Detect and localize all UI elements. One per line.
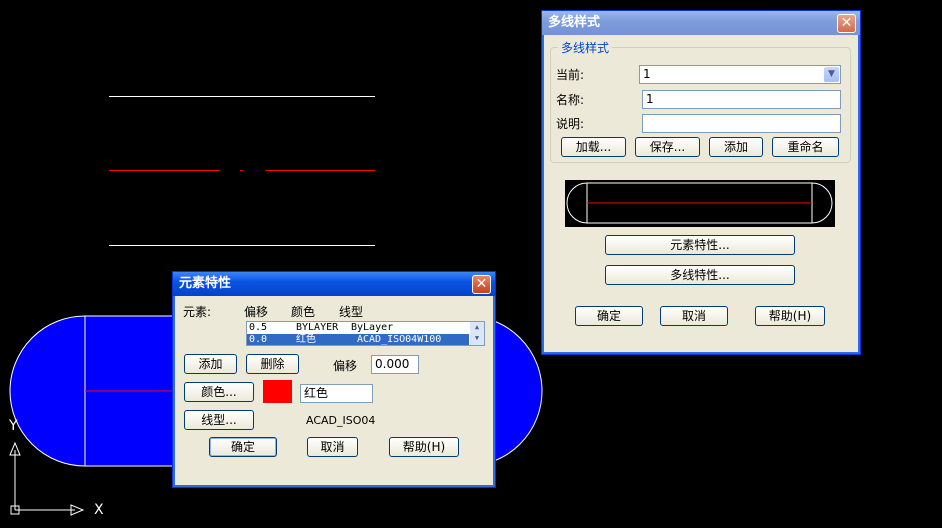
current-select-value: 1 [643, 67, 651, 81]
add-button[interactable]: 添加 [709, 137, 763, 157]
ucs-x-label: X [94, 502, 104, 518]
row-color: BYLAYER [296, 322, 339, 333]
desc-label: 说明: [556, 117, 585, 131]
element-props-titlebar[interactable]: 元素特性 [173, 272, 495, 296]
element-props-title: 元素特性 [179, 276, 232, 291]
table-row[interactable]: 0.0 红色 ACAD_ISO04W100 [247, 334, 469, 345]
mline-style-group-title: 多线样式 [558, 39, 613, 56]
scroll-up-icon[interactable]: ▲ [470, 322, 484, 333]
add-button[interactable]: 添加 [184, 354, 237, 374]
save-button[interactable]: 保存... [635, 137, 700, 157]
offset-label: 偏移 [333, 359, 358, 373]
current-label: 当前: [556, 68, 585, 82]
cancel-button[interactable]: 取消 [307, 437, 358, 457]
color-swatch [263, 380, 292, 403]
row-offset: 0.5 [249, 322, 268, 333]
cancel-button[interactable]: 取消 [660, 306, 728, 326]
color-input[interactable]: 红色 [300, 384, 373, 403]
element-list[interactable]: 0.5 BYLAYER ByLayer 0.0 红色 ACAD_ISO04W10… [246, 321, 485, 346]
linetype-value: ACAD_ISO04 [306, 414, 376, 427]
row-linetype: ACAD_ISO04W100 [357, 334, 442, 345]
desc-input[interactable] [642, 114, 841, 133]
row-color: 红色 [296, 334, 316, 345]
mline-center-line-dot [240, 170, 243, 171]
row-offset: 0.0 [249, 334, 268, 345]
ok-button[interactable]: 确定 [209, 437, 277, 457]
ok-button[interactable]: 确定 [575, 306, 643, 326]
elements-label: 元素: [183, 305, 212, 319]
offset-input[interactable]: 0.000 [371, 355, 419, 374]
current-select[interactable]: 1 ▼ [639, 65, 841, 84]
linetype-button[interactable]: 线型... [184, 410, 254, 430]
load-button[interactable]: 加载... [561, 137, 626, 157]
mline-center-line-left [109, 170, 220, 171]
mline-center-line-right [265, 170, 375, 171]
column-header-offset: 偏移 [244, 305, 269, 319]
list-scrollbar[interactable]: ▲ ▼ [470, 322, 484, 345]
mline-top-line [109, 96, 375, 97]
element-props-button[interactable]: 元素特性... [605, 235, 795, 255]
mline-props-button[interactable]: 多线特性... [605, 265, 795, 285]
element-props-dialog: 元素特性 ✕ 元素: 偏移 颜色 线型 0.5 BYLAYER ByLayer … [172, 271, 496, 488]
ucs-y-label: Y [9, 418, 18, 434]
delete-button[interactable]: 删除 [246, 354, 299, 374]
close-icon[interactable]: ✕ [837, 14, 856, 33]
name-input[interactable]: 1 [642, 90, 841, 109]
mline-bottom-line [109, 245, 375, 246]
table-row[interactable]: 0.5 BYLAYER ByLayer [247, 322, 469, 333]
rename-button[interactable]: 重命名 [772, 137, 839, 157]
scroll-down-icon[interactable]: ▼ [470, 333, 484, 344]
row-linetype: ByLayer [351, 322, 394, 333]
mline-style-titlebar[interactable]: 多线样式 [542, 11, 860, 35]
color-button[interactable]: 颜色... [184, 382, 254, 402]
name-label: 名称: [556, 93, 585, 107]
close-icon[interactable]: ✕ [472, 275, 491, 294]
column-header-linetype: 线型 [339, 305, 364, 319]
help-button[interactable]: 帮助(H) [755, 306, 825, 326]
mline-style-title: 多线样式 [548, 15, 601, 30]
mline-preview [565, 180, 835, 227]
mline-style-dialog: 多线样式 ✕ 多线样式 当前: 1 ▼ 名称: 1 说明: 加载... 保存..… [541, 10, 861, 355]
help-button[interactable]: 帮助(H) [389, 437, 459, 457]
column-header-color: 颜色 [291, 305, 316, 319]
chevron-down-icon[interactable]: ▼ [824, 67, 839, 82]
